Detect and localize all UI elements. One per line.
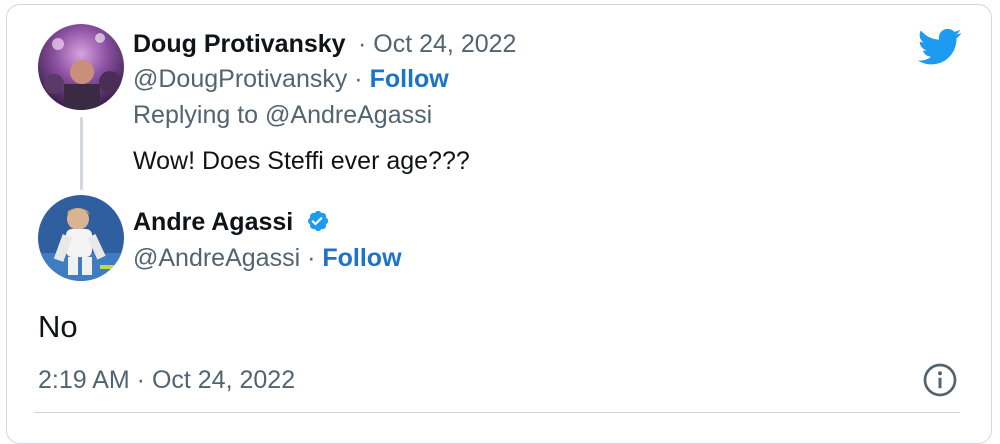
main-handle-line: @AndreAgassi · Follow	[133, 244, 402, 273]
thread-connector-line	[80, 117, 83, 190]
tweet-timestamp[interactable]: 2:19 AM · Oct 24, 2022	[38, 366, 295, 395]
divider	[34, 412, 960, 413]
reply-handle-line: @DougProtivansky · Follow	[133, 65, 449, 94]
reply-date[interactable]: Oct 24, 2022	[373, 30, 516, 58]
separator: ·	[300, 244, 323, 272]
main-author-name-text: Andre Agassi	[133, 208, 294, 236]
main-tweet-text: No	[38, 309, 78, 344]
follow-button[interactable]: Follow	[370, 65, 449, 93]
separator: ·	[358, 30, 374, 58]
info-icon[interactable]	[922, 362, 958, 403]
reply-date-line: · Oct 24, 2022	[358, 30, 516, 59]
verified-badge-icon	[304, 208, 330, 241]
reply-author-name[interactable]: Doug Protivansky	[133, 30, 346, 59]
main-author-handle[interactable]: @AndreAgassi	[133, 244, 300, 272]
follow-button[interactable]: Follow	[322, 244, 401, 272]
doug-avatar[interactable]	[38, 24, 124, 110]
twitter-bird-icon[interactable]	[917, 28, 962, 71]
replying-to-label: Replying to @AndreAgassi	[133, 101, 433, 129]
andre-avatar[interactable]	[38, 195, 124, 281]
reply-author-handle[interactable]: @DougProtivansky	[133, 65, 347, 93]
reply-tweet-text: Wow! Does Steffi ever age???	[133, 147, 470, 175]
main-author-name[interactable]: Andre Agassi	[133, 208, 330, 241]
separator: ·	[347, 65, 370, 93]
